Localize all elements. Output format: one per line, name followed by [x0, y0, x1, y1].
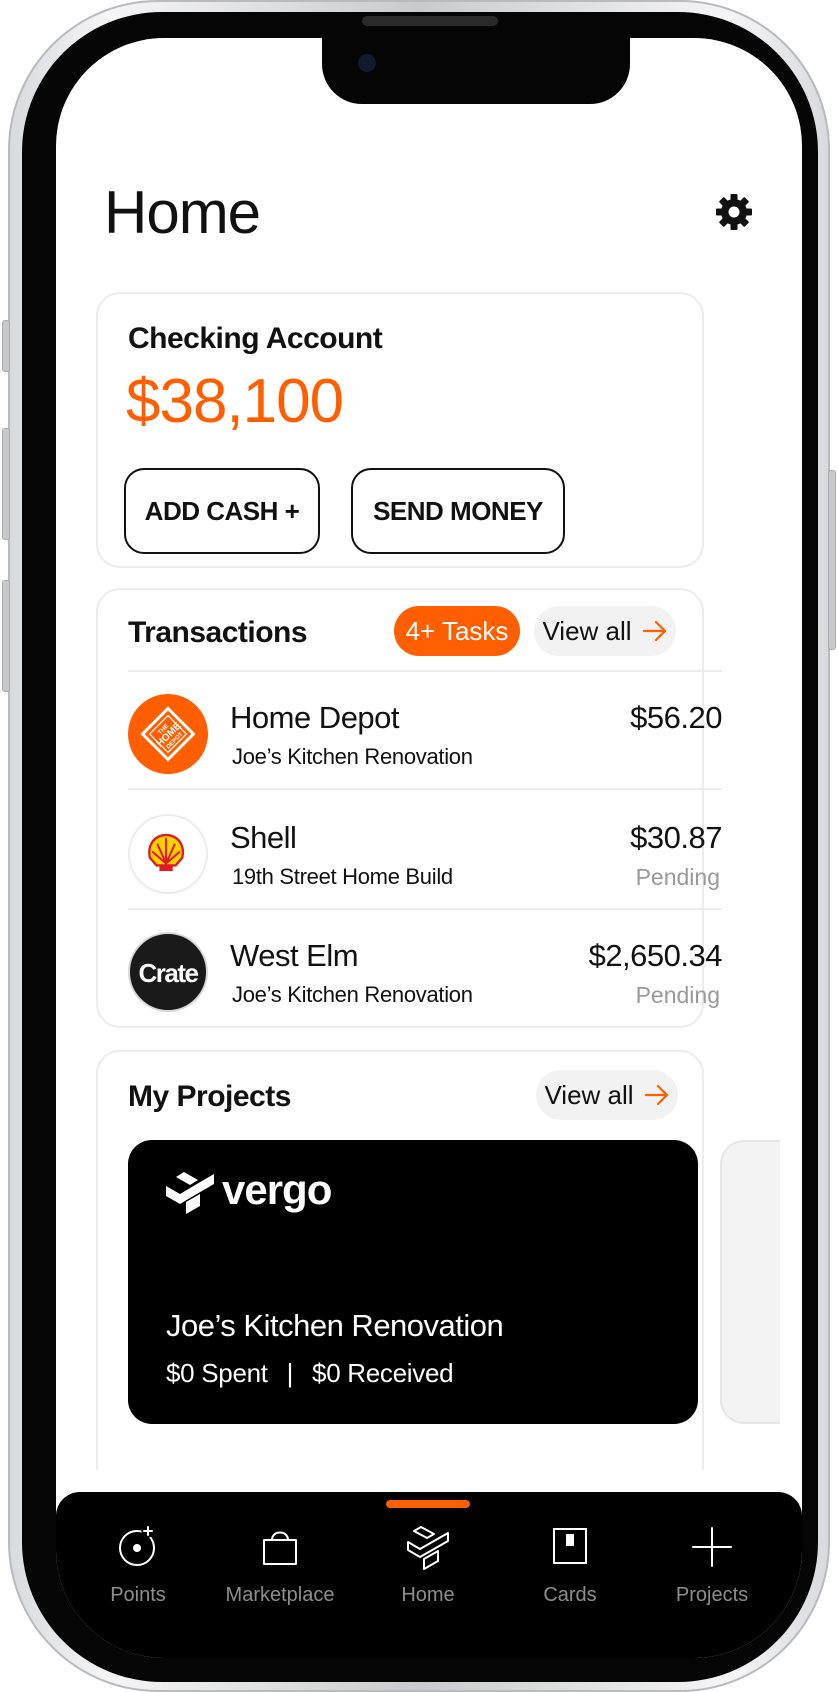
- transactions-card: Transactions 4+ Tasks View all THE HOME …: [96, 588, 723, 1028]
- plus-icon: [692, 1527, 732, 1567]
- add-cash-button[interactable]: ADD CASH +: [124, 468, 320, 554]
- transaction-amount: $30.87: [630, 820, 722, 855]
- bottom-nav: Points Marketplace Home Cards Projects: [56, 1492, 802, 1658]
- nav-item-points[interactable]: Points: [68, 1520, 208, 1620]
- vergo-wordmark: vergo: [222, 1166, 332, 1213]
- tasks-badge[interactable]: 4+ Tasks: [394, 606, 520, 656]
- volume-up-button: [2, 428, 10, 540]
- arrow-right-icon: [644, 1084, 668, 1106]
- transaction-project: 19th Street Home Build: [232, 864, 453, 889]
- page-title: Home: [104, 179, 261, 246]
- shell-logo: [128, 814, 208, 894]
- project-received: $0 Received: [312, 1358, 454, 1388]
- projects-card: My Projects View all vergo Joe’s Kitchen…: [96, 1050, 780, 1470]
- account-label: Checking Account: [128, 322, 383, 355]
- silent-switch: [2, 320, 10, 372]
- transactions-title: Transactions: [128, 616, 308, 649]
- nav-label: Points: [110, 1584, 166, 1606]
- nav-item-marketplace[interactable]: Marketplace: [210, 1520, 350, 1620]
- vergo-home-icon: [407, 1526, 449, 1570]
- merchant-name: Home Depot: [230, 700, 400, 735]
- project-spent: $0 Spent: [166, 1358, 268, 1388]
- nav-item-cards[interactable]: Cards: [500, 1520, 640, 1620]
- transaction-row[interactable]: THE HOME DEPOT Home Depot Joe’s Kitchen …: [128, 672, 722, 792]
- stats-separator: |: [286, 1358, 294, 1388]
- nav-item-home[interactable]: Home: [358, 1520, 498, 1620]
- divider: [128, 788, 722, 790]
- arrow-right-icon: [642, 620, 666, 642]
- vergo-logo-icon: [166, 1172, 214, 1214]
- power-button: [828, 470, 836, 650]
- transaction-project: Joe’s Kitchen Renovation: [232, 744, 473, 769]
- transactions-view-all-button[interactable]: View all: [534, 606, 676, 656]
- projects-view-all-button[interactable]: View all: [536, 1070, 678, 1120]
- notch: [322, 38, 630, 104]
- nav-label: Home: [401, 1584, 455, 1606]
- project-name: Joe’s Kitchen Renovation: [166, 1308, 504, 1343]
- project-stats: $0 Spent | $0 Received: [166, 1358, 454, 1389]
- front-camera: [358, 54, 376, 72]
- view-all-label: View all: [544, 1079, 634, 1110]
- app-screen: Home Checking Account $38,100 ADD CASH +…: [56, 38, 802, 1658]
- active-tab-indicator: [386, 1500, 470, 1508]
- volume-down-button: [2, 580, 10, 692]
- nav-label: Marketplace: [225, 1584, 335, 1606]
- transaction-project: Joe’s Kitchen Renovation: [232, 982, 473, 1007]
- next-project-card-peek[interactable]: [720, 1140, 780, 1424]
- nav-label: Cards: [543, 1584, 597, 1606]
- project-card[interactable]: vergo Joe’s Kitchen Renovation $0 Spent …: [128, 1140, 698, 1424]
- points-icon: [119, 1524, 155, 1566]
- transaction-status: Pending: [635, 864, 720, 890]
- crate-logo: Crate: [128, 932, 208, 1012]
- home-depot-logo: THE HOME DEPOT: [128, 694, 208, 774]
- tasks-badge-label: 4+ Tasks: [405, 615, 509, 646]
- send-money-button[interactable]: SEND MONEY: [351, 468, 565, 554]
- view-all-label: View all: [542, 615, 632, 646]
- transaction-row[interactable]: Crate West Elm Joe’s Kitchen Renovation …: [128, 910, 723, 1030]
- nav-item-projects[interactable]: Projects: [642, 1520, 782, 1620]
- checking-account-card: Checking Account $38,100 ADD CASH + SEND…: [96, 292, 704, 568]
- bag-icon: [263, 1531, 297, 1565]
- merchant-name: Shell: [230, 820, 297, 855]
- transaction-row[interactable]: Shell 19th Street Home Build $30.87 Pend…: [128, 792, 722, 912]
- gear-icon[interactable]: [714, 192, 754, 232]
- projects-title: My Projects: [128, 1080, 291, 1113]
- card-icon: [553, 1528, 587, 1564]
- nav-label: Projects: [675, 1584, 749, 1606]
- crate-logo-text: Crate: [138, 958, 199, 988]
- transaction-amount: $2,650.34: [588, 938, 723, 973]
- transaction-status: Pending: [635, 982, 720, 1008]
- phone-frame: Home Checking Account $38,100 ADD CASH +…: [2, 0, 836, 1692]
- transaction-amount: $56.20: [630, 700, 722, 735]
- merchant-name: West Elm: [230, 938, 359, 973]
- earpiece-speaker: [362, 16, 498, 26]
- account-balance: $38,100: [126, 367, 344, 436]
